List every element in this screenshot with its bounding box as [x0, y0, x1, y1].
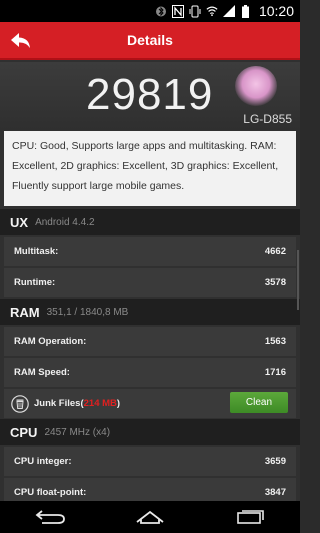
status-bar: 10:20: [0, 0, 300, 22]
row-label: RAM Operation:: [14, 336, 87, 347]
recent-apps-icon: [237, 510, 264, 524]
back-icon: [35, 510, 65, 524]
section-ram-title: RAM: [10, 304, 40, 320]
home-icon: [136, 510, 164, 524]
row-value: 3847: [264, 487, 286, 498]
section-ux-subtitle: Android 4.4.2: [35, 216, 95, 228]
junk-files-label: Junk Files(214 MB): [34, 398, 121, 409]
screen: 10:20 Details 29819 LG-D855 CPU: Good, S…: [0, 0, 300, 533]
nav-back-button[interactable]: [30, 505, 70, 529]
row-label: Runtime:: [14, 277, 56, 288]
row-multitask: Multitask: 4662: [4, 237, 296, 266]
row-label: CPU float-point:: [14, 487, 87, 498]
navigation-bar: [0, 501, 300, 533]
clock: 10:20: [258, 3, 294, 19]
device-badge-icon: [235, 66, 277, 106]
section-cpu-subtitle: 2457 MHz (x4): [44, 426, 111, 438]
section-ux: UX Android 4.4.2: [0, 209, 300, 235]
clean-button[interactable]: Clean: [230, 392, 288, 413]
row-label: CPU integer:: [14, 456, 72, 467]
total-score: 29819: [86, 70, 214, 119]
row-value: 1563: [264, 336, 286, 347]
row-label: RAM Speed:: [14, 367, 70, 378]
nav-recents-button[interactable]: [230, 505, 270, 529]
section-cpu-title: CPU: [10, 424, 38, 440]
nfc-icon: [171, 4, 184, 18]
nav-home-button[interactable]: [130, 505, 170, 529]
section-ram-subtitle: 351,1 / 1840,8 MB: [46, 306, 129, 318]
row-label: Multitask:: [14, 246, 59, 257]
bluetooth-icon: [155, 5, 167, 18]
row-cpu-integer: CPU integer: 3659: [4, 447, 296, 476]
junk-files-row: Junk Files(214 MB) Clean: [4, 389, 296, 418]
section-ram: RAM 351,1 / 1840,8 MB: [0, 299, 300, 325]
section-ux-title: UX: [10, 214, 29, 230]
score-panel: 29819 LG-D855: [0, 62, 300, 130]
row-runtime: Runtime: 3578: [4, 268, 296, 297]
row-value: 3659: [264, 456, 286, 467]
row-ram-operation: RAM Operation: 1563: [4, 327, 296, 356]
section-cpu: CPU 2457 MHz (x4): [0, 419, 300, 445]
page-title: Details: [127, 32, 173, 48]
row-ram-speed: RAM Speed: 1716: [4, 358, 296, 387]
summary-text: CPU: Good, Supports large apps and multi…: [4, 131, 296, 206]
row-value: 1716: [264, 367, 286, 378]
row-value: 4662: [264, 246, 286, 257]
battery-icon: [240, 4, 252, 18]
signal-icon: [222, 5, 235, 18]
wifi-icon: [206, 5, 218, 18]
junk-files-size: 214 MB: [83, 398, 117, 409]
scrollbar[interactable]: [297, 250, 299, 310]
vibrate-icon: [189, 5, 201, 18]
trash-icon: [10, 394, 30, 414]
app-header: Details: [0, 22, 300, 60]
row-value: 3578: [264, 277, 286, 288]
device-model: LG-D855: [243, 112, 292, 126]
